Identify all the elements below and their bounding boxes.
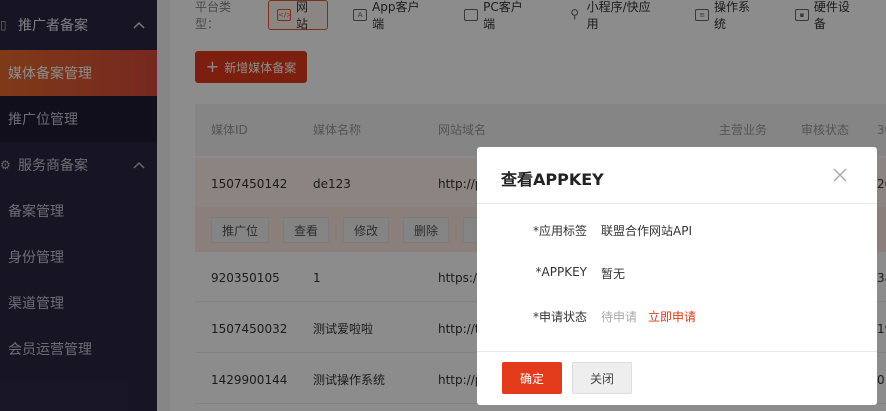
status-badge: 待申请 (601, 310, 638, 324)
field-value: 联盟合作网站API (601, 224, 692, 238)
dialog-footer: 确定 关闭 (477, 351, 877, 405)
field-value: 暂无 (601, 267, 626, 281)
appkey-dialog: 查看APPKEY *应用标签 联盟合作网站API *APPKEY 暂无 *申请状… (477, 147, 877, 405)
close-button[interactable]: 关闭 (572, 362, 632, 394)
field-app-label: *应用标签 联盟合作网站API (477, 222, 877, 242)
apply-now-link[interactable]: 立即申请 (648, 308, 696, 325)
dialog-header: 查看APPKEY (477, 147, 877, 204)
close-icon[interactable] (833, 165, 847, 185)
field-label: *APPKEY (535, 265, 587, 279)
confirm-button[interactable]: 确定 (502, 362, 562, 394)
field-apply-status: *申请状态 待申请 立即申请 (477, 308, 877, 328)
dialog-title: 查看APPKEY (501, 170, 604, 189)
field-appkey: *APPKEY 暂无 (477, 265, 877, 285)
field-label: *申请状态 (532, 310, 587, 324)
field-label: *应用标签 (532, 224, 587, 238)
